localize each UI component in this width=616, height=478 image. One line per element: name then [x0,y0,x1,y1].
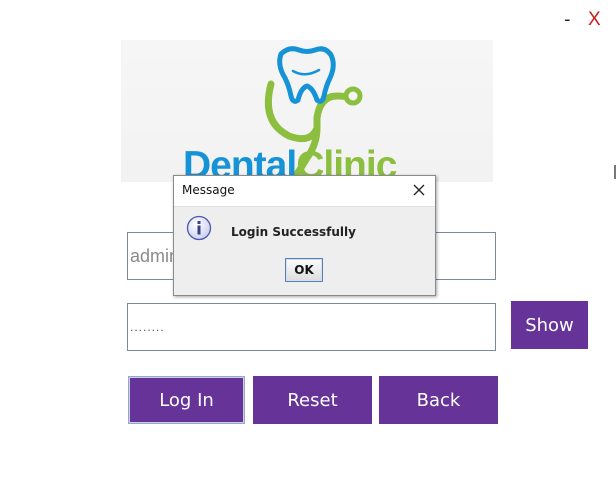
dialog-message: Login Successfully [231,225,356,239]
info-icon [186,215,212,241]
ok-button[interactable]: OK [285,258,323,282]
clinic-logo: DentalClinic [121,40,493,182]
dialog-title-bar: Message [174,176,435,207]
show-password-button[interactable]: Show [511,301,588,349]
back-button[interactable]: Back [379,376,498,424]
login-button[interactable]: Log In [128,376,245,424]
password-field[interactable] [127,303,496,351]
message-dialog: Message Login Successfully OK [173,175,436,296]
minimize-button[interactable]: - [564,8,571,32]
close-icon[interactable] [411,180,427,200]
close-window-button[interactable]: X [588,8,601,32]
reset-button[interactable]: Reset [253,376,372,424]
dialog-title: Message [182,183,235,197]
